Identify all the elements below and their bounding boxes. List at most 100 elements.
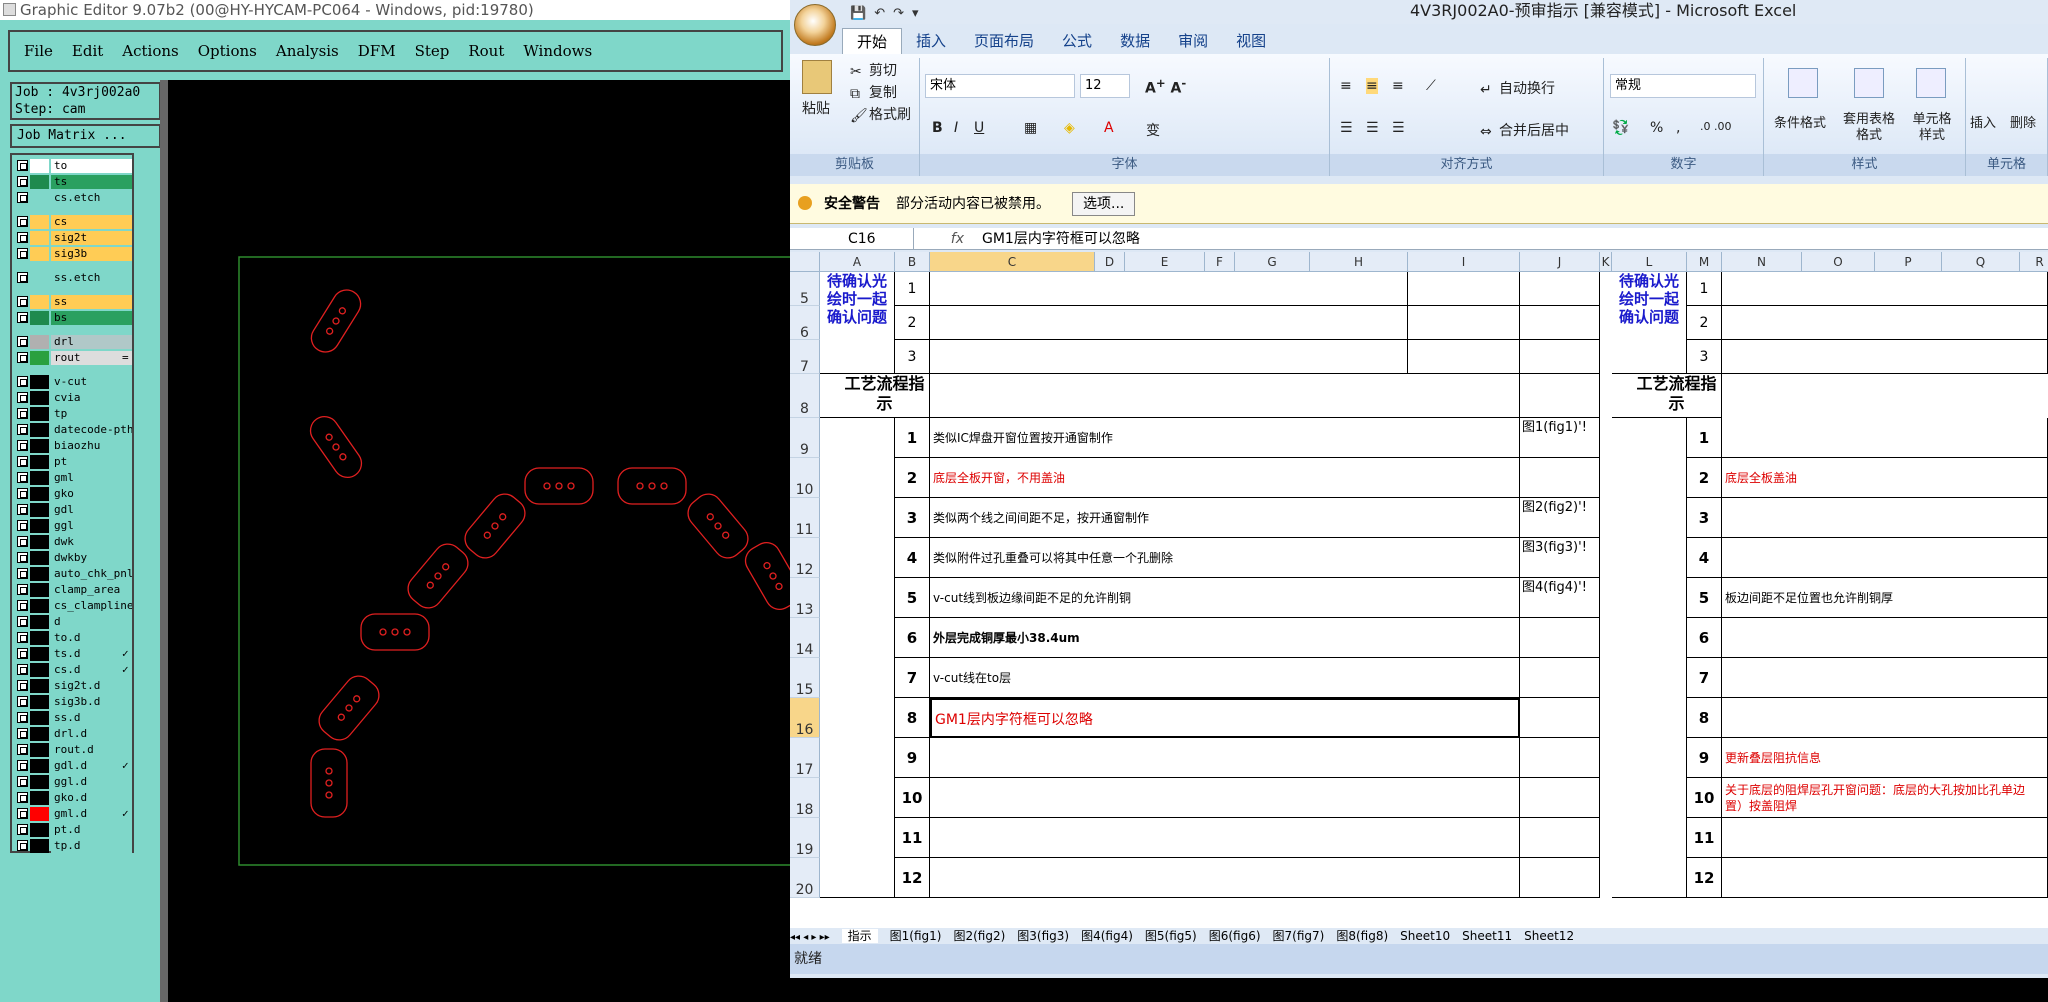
right-item-text[interactable]: 关于底层的阻焊层孔开窗问题：底层的大孔按加比孔单边 置）按盖阻焊: [1722, 778, 2048, 818]
layer-checkbox[interactable]: [17, 568, 28, 579]
delete-cells-button[interactable]: 删除: [2010, 112, 2036, 131]
layer-checkbox[interactable]: [17, 456, 28, 467]
decimal-icon[interactable]: .0 .00: [1700, 120, 1732, 133]
layer-name[interactable]: sig3b.d: [51, 695, 132, 709]
menu-actions[interactable]: Actions: [122, 42, 178, 60]
layer-row[interactable]: auto_chk_pnl: [15, 567, 132, 581]
layer-checkbox[interactable]: [17, 664, 28, 675]
column-header[interactable]: M: [1687, 252, 1722, 272]
row-header[interactable]: 17: [790, 738, 820, 778]
layer-checkbox[interactable]: [17, 536, 28, 547]
layer-name[interactable]: cvia: [51, 391, 132, 405]
item-text[interactable]: 类似IC焊盘开窗位置按开通窗制作: [930, 418, 1520, 458]
layer-checkbox[interactable]: [17, 552, 28, 563]
tab-review[interactable]: 审阅: [1164, 28, 1222, 54]
layer-checkbox[interactable]: [17, 728, 28, 739]
item-text[interactable]: [930, 738, 1520, 778]
wrap-text-button[interactable]: ↵ 自动换行: [1480, 78, 1555, 98]
row-header[interactable]: 18: [790, 778, 820, 818]
column-header[interactable]: D: [1095, 252, 1125, 272]
confirm-cell[interactable]: [1520, 306, 1600, 340]
menu-file[interactable]: File: [24, 42, 53, 60]
border-icon[interactable]: ▦: [1024, 120, 1037, 136]
layer-checkbox[interactable]: [17, 776, 28, 787]
layer-name[interactable]: ggl.d: [51, 775, 132, 789]
sheet-tab[interactable]: 图2(fig2): [953, 929, 1005, 943]
save-icon[interactable]: 💾: [850, 3, 866, 25]
tab-page-layout[interactable]: 页面布局: [960, 28, 1048, 54]
italic-icon[interactable]: I: [954, 120, 958, 136]
layer-color-swatch[interactable]: [30, 807, 49, 821]
worksheet-grid[interactable]: A B C D E F G H I J K L M N O P Q R 5 6 7 8 9 10 11 12 13 14 15 16 17 1…: [790, 252, 2048, 928]
layer-name[interactable]: biaozhu: [51, 439, 132, 453]
column-header[interactable]: B: [895, 252, 930, 272]
confirm-cell-right[interactable]: [1722, 306, 2048, 340]
layer-row[interactable]: cs_clampline: [15, 599, 132, 613]
header-cell[interactable]: [930, 374, 1520, 418]
layer-row[interactable]: cvia: [15, 391, 132, 405]
confirm-cell[interactable]: [930, 340, 1408, 374]
fx-icon[interactable]: fx: [920, 228, 970, 250]
row-header[interactable]: 20: [790, 858, 820, 898]
layer-name[interactable]: sig3b: [51, 247, 132, 261]
layer-checkbox[interactable]: [17, 216, 28, 227]
layer-name[interactable]: datecode-pth: [51, 423, 132, 437]
name-box[interactable]: C16: [794, 228, 914, 250]
layer-checkbox[interactable]: [17, 616, 28, 627]
merge-center-button[interactable]: ⇔ 合并后居中: [1480, 120, 1569, 140]
layer-row[interactable]: dwkby: [15, 551, 132, 565]
confirm-cell[interactable]: [930, 272, 1408, 306]
layer-color-swatch[interactable]: [30, 335, 49, 349]
column-header[interactable]: I: [1408, 252, 1520, 272]
layer-name[interactable]: cs_clampline: [51, 599, 132, 613]
item-ref-link[interactable]: [1520, 658, 1600, 698]
graphics-canvas[interactable]: [168, 80, 790, 1002]
align-bottom-icon[interactable]: ≡: [1392, 78, 1404, 94]
layer-checkbox[interactable]: [17, 840, 28, 851]
layer-checkbox[interactable]: [17, 424, 28, 435]
layer-checkbox[interactable]: [17, 824, 28, 835]
layer-row[interactable]: d: [15, 615, 132, 629]
layer-row[interactable]: drl: [15, 335, 132, 349]
layer-color-swatch[interactable]: [30, 351, 49, 365]
layer-color-swatch[interactable]: [30, 567, 49, 581]
column-header[interactable]: Q: [1942, 252, 2020, 272]
item-ref-link[interactable]: [1520, 858, 1600, 898]
item-ref-link[interactable]: [1520, 778, 1600, 818]
layer-name[interactable]: gml: [51, 471, 132, 485]
item-text[interactable]: v-cut线在to层: [930, 658, 1520, 698]
column-header[interactable]: G: [1235, 252, 1310, 272]
item-text[interactable]: GM1层内字符框可以忽略: [930, 698, 1520, 738]
layer-row[interactable]: sig3b.d: [15, 695, 132, 709]
layer-color-swatch[interactable]: [30, 295, 49, 309]
menu-analysis[interactable]: Analysis: [276, 42, 339, 60]
layer-name[interactable]: dwk: [51, 535, 132, 549]
right-item-text[interactable]: 更新叠层阻抗信息: [1722, 738, 2048, 778]
layer-color-swatch[interactable]: [30, 247, 49, 261]
comma-icon[interactable]: ,: [1676, 120, 1680, 136]
item-text[interactable]: 类似两个线之间间距不足，按开通窗制作: [930, 498, 1520, 538]
fill-color-icon[interactable]: ◈: [1064, 120, 1075, 136]
column-header[interactable]: P: [1875, 252, 1942, 272]
layer-row[interactable]: cs.etch: [15, 191, 132, 205]
paste-button[interactable]: 粘贴: [802, 98, 830, 118]
bold-icon[interactable]: B: [932, 120, 943, 136]
layer-checkbox[interactable]: [17, 336, 28, 347]
menu-options[interactable]: Options: [198, 42, 257, 60]
column-header[interactable]: H: [1310, 252, 1408, 272]
confirm-cell-right[interactable]: [1722, 272, 2048, 306]
row-header[interactable]: 7: [790, 340, 820, 375]
sheet-tab[interactable]: Sheet10: [1400, 929, 1450, 943]
cut-button[interactable]: ✂ 剪切: [850, 60, 897, 80]
item-text[interactable]: [930, 818, 1520, 858]
right-item-text[interactable]: [1722, 658, 2048, 698]
layer-checkbox[interactable]: [17, 272, 28, 283]
layer-color-swatch[interactable]: [30, 823, 49, 837]
confirm-cell[interactable]: [1520, 340, 1600, 374]
formula-input[interactable]: GM1层内字符框可以忽略: [982, 228, 1140, 250]
layer-color-swatch[interactable]: [30, 615, 49, 629]
orientation-icon[interactable]: ⟋: [1426, 78, 1436, 94]
item-ref-link[interactable]: [1520, 818, 1600, 858]
undo-icon[interactable]: ↶: [874, 3, 885, 25]
copy-button[interactable]: ⧉ 复制: [850, 82, 897, 102]
